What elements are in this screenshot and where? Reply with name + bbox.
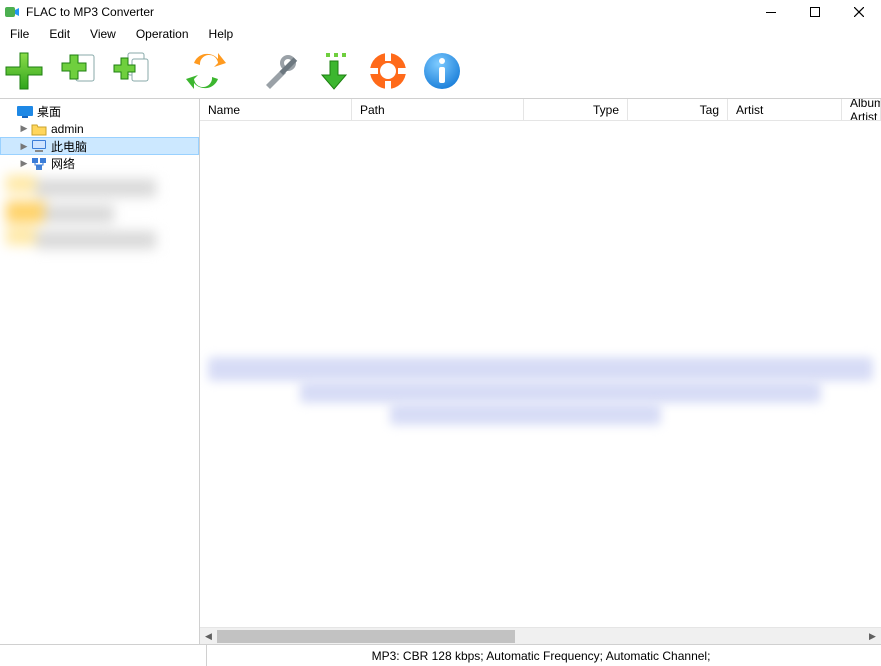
lifebuoy-icon [366,49,410,93]
info-icon [420,49,464,93]
menu-operation[interactable]: Operation [126,25,199,43]
plus-icon [2,49,46,93]
plus-pages-icon [110,49,154,93]
chevron-right-icon[interactable]: ▶ [18,158,30,170]
minimize-button[interactable] [749,0,793,24]
scroll-track[interactable] [217,628,864,645]
scroll-left-button[interactable]: ◀ [200,628,217,645]
folder-icon [31,122,47,136]
main-area: 桌面 ▶ admin ▶ 此电脑 ▶ 网 [0,98,881,644]
tree-node-network[interactable]: ▶ 网络 [0,155,199,172]
tree-node-label: 网络 [51,155,75,172]
plus-page-icon [56,49,100,93]
scroll-right-button[interactable]: ▶ [864,628,881,645]
column-artist[interactable]: Artist [728,99,842,120]
status-bar: MP3: CBR 128 kbps; Automatic Frequency; … [0,644,881,666]
maximize-button[interactable] [793,0,837,24]
tree-node-admin[interactable]: ▶ admin [0,120,199,137]
network-icon [31,157,47,171]
column-path[interactable]: Path [352,99,524,120]
settings-button[interactable] [256,47,304,95]
file-list-body[interactable] [200,121,881,627]
app-icon [4,4,20,20]
menu-help[interactable]: Help [199,25,244,43]
obscured-band [390,403,661,425]
chevron-right-icon[interactable]: ▶ [18,123,30,135]
menu-file[interactable]: File [0,25,39,43]
status-format-text: MP3: CBR 128 kbps; Automatic Frequency; … [372,649,711,663]
tree-node-this-pc[interactable]: ▶ 此电脑 [0,137,199,155]
menu-edit[interactable]: Edit [39,25,80,43]
download-icon [312,49,356,93]
status-format: MP3: CBR 128 kbps; Automatic Frequency; … [206,645,875,666]
column-album-artist[interactable]: Album Artist [842,99,881,120]
download-button[interactable] [310,47,358,95]
tree-node-label: admin [51,122,84,136]
add-subfolders-button[interactable] [108,47,156,95]
menu-bar: File Edit View Operation Help [0,24,881,44]
column-type[interactable]: Type [524,99,628,120]
obscured-band [208,357,873,381]
column-tag[interactable]: Tag [628,99,728,120]
scroll-thumb[interactable] [217,630,515,643]
horizontal-scrollbar[interactable]: ◀ ▶ [200,627,881,644]
column-headers[interactable]: Name Path Type Tag Artist Album Artist [200,99,881,121]
desktop-icon [17,105,33,119]
toolbar [0,44,881,98]
about-button[interactable] [418,47,466,95]
help-ring-button[interactable] [364,47,412,95]
column-name[interactable]: Name [200,99,352,120]
tree-root-label: 桌面 [37,103,61,120]
file-list[interactable]: Name Path Type Tag Artist Album Artist ◀… [200,99,881,644]
refresh-icon [184,49,228,93]
add-file-button[interactable] [0,47,48,95]
tree-root[interactable]: 桌面 [0,103,199,120]
tree-node-label: 此电脑 [51,138,87,155]
tools-icon [258,49,302,93]
status-seg-left [6,645,206,666]
window-controls [749,0,881,24]
pc-icon [31,139,47,153]
folder-tree[interactable]: 桌面 ▶ admin ▶ 此电脑 ▶ 网 [0,99,200,644]
add-folder-button[interactable] [54,47,102,95]
obscured-tree-items [0,171,170,243]
close-button[interactable] [837,0,881,24]
chevron-right-icon[interactable]: ▶ [18,140,30,152]
convert-button[interactable] [182,47,230,95]
window-title: FLAC to MP3 Converter [26,5,154,19]
obscured-band [300,381,821,403]
menu-view[interactable]: View [80,25,126,43]
title-bar: FLAC to MP3 Converter [0,0,881,24]
